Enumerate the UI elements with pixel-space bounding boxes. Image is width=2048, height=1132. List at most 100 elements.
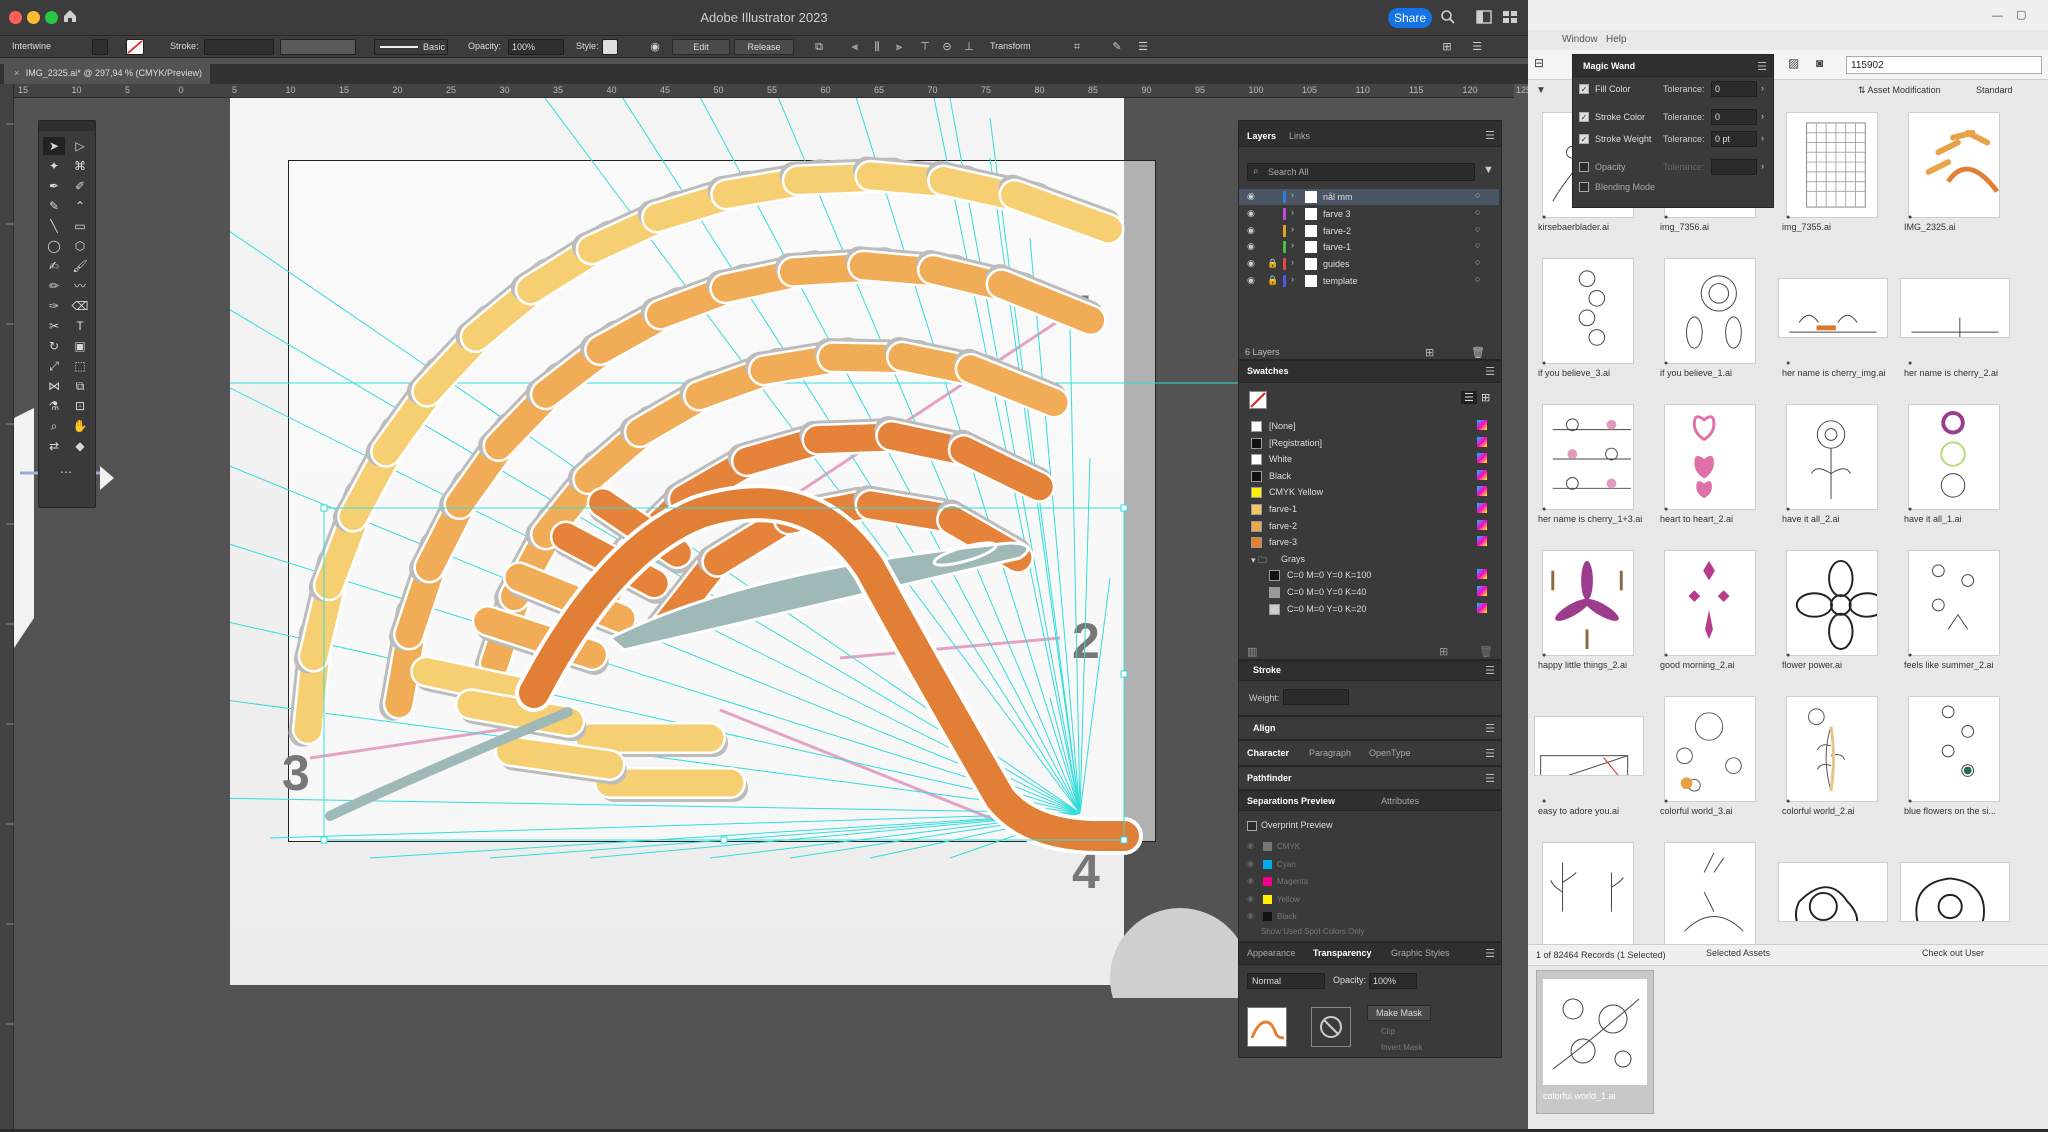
panel-menu-icon[interactable]: ☰ bbox=[1485, 129, 1495, 142]
option-checkbox[interactable]: ✓ bbox=[1579, 112, 1589, 122]
align-right-icon[interactable]: ⫸ bbox=[892, 40, 906, 54]
chevron-right-icon[interactable]: › bbox=[1761, 161, 1764, 171]
magic-wand-option[interactable]: ✓ Stroke Color Tolerance: 0 › bbox=[1573, 109, 1773, 127]
fill-swatch[interactable] bbox=[92, 39, 108, 55]
zoom-tool-icon[interactable]: ⌕ bbox=[43, 417, 65, 435]
target-icon[interactable]: ○ bbox=[1475, 274, 1480, 284]
asset-thumbnail[interactable]: ● good morning_2.ai bbox=[1656, 546, 1768, 686]
rotate-tool-icon[interactable]: ↻ bbox=[43, 337, 65, 355]
plate-row[interactable]: ◉ Yellow bbox=[1239, 892, 1501, 908]
eye-icon[interactable]: ◉ bbox=[1247, 191, 1255, 202]
close-tab-icon[interactable]: × bbox=[14, 68, 19, 78]
eye-icon[interactable]: ◉ bbox=[1247, 225, 1255, 236]
shaper-tool-icon[interactable]: ✍ bbox=[43, 257, 65, 275]
eye-icon[interactable]: ◉ bbox=[1247, 876, 1254, 885]
layer-row[interactable]: ◉ › farve-2 ○ bbox=[1239, 223, 1499, 239]
disclosure-icon[interactable]: › bbox=[1291, 274, 1294, 284]
mask-thumbnail[interactable] bbox=[1311, 1007, 1351, 1047]
list-view-icon[interactable]: ☰ bbox=[1461, 391, 1477, 404]
align-bottom-icon[interactable]: ⊥ bbox=[962, 40, 976, 54]
arrange-documents-icon[interactable] bbox=[1502, 10, 1518, 24]
stroke-swatch[interactable] bbox=[126, 39, 144, 55]
blob-brush-tool-icon[interactable]: ✑ bbox=[43, 297, 65, 315]
view-select[interactable]: Standard bbox=[1976, 85, 2013, 95]
swatch-row[interactable]: C=0 M=0 Y=0 K=20 bbox=[1251, 602, 1501, 617]
align-to-icon[interactable]: ⧉ bbox=[812, 40, 826, 54]
pen-tool-icon[interactable]: ✒ bbox=[43, 177, 65, 195]
option-checkbox[interactable] bbox=[1579, 182, 1589, 192]
anchor-point-tool-icon[interactable]: ⌃ bbox=[69, 197, 91, 215]
asset-thumbnail[interactable]: ● easy to adore you.ai bbox=[1534, 692, 1646, 832]
tab-graphic-styles[interactable]: Graphic Styles bbox=[1391, 948, 1450, 958]
brush-definition-select[interactable]: Basic bbox=[374, 39, 448, 55]
make-mask-button[interactable]: Make Mask bbox=[1367, 1005, 1431, 1021]
layer-row[interactable]: ◉ › nål mm ○ bbox=[1239, 189, 1499, 205]
plate-row[interactable]: ◉ Black bbox=[1239, 909, 1501, 925]
asset-thumbnail[interactable]: ● flower power.ai bbox=[1778, 546, 1890, 686]
selected-preview[interactable]: colorful world_1.ai bbox=[1536, 970, 1654, 1114]
tab-layers[interactable]: Layers bbox=[1247, 131, 1276, 141]
tab-opentype[interactable]: OpenType bbox=[1369, 748, 1411, 758]
lock-icon[interactable]: 🔒 bbox=[1267, 275, 1278, 286]
target-icon[interactable]: ○ bbox=[1475, 190, 1480, 200]
share-button[interactable]: Share bbox=[1388, 8, 1432, 28]
panel-menu-icon[interactable]: ☰ bbox=[1485, 365, 1495, 378]
graphic-style-swatch[interactable] bbox=[602, 39, 618, 55]
asset-thumbnail[interactable]: ● feels like summer_2.ai bbox=[1900, 546, 2012, 686]
panel-options-icon[interactable]: ☰ bbox=[1136, 40, 1150, 54]
swatch-row[interactable]: [Registration] bbox=[1251, 436, 1501, 451]
asset-thumbnail[interactable]: ● bbox=[1778, 838, 1890, 944]
asset-thumbnail[interactable]: ● have it all_2.ai bbox=[1778, 400, 1890, 540]
menu-help[interactable]: Help bbox=[1606, 34, 1627, 45]
asset-thumbnail[interactable]: ● her name is cherry_1+3.ai bbox=[1534, 400, 1646, 540]
magic-wand-option[interactable]: ✓ Stroke Weight Tolerance: 0 pt › bbox=[1573, 131, 1773, 149]
tab-links[interactable]: Links bbox=[1289, 131, 1310, 141]
asset-thumbnail[interactable]: ● img_7355.ai bbox=[1778, 108, 1890, 248]
tab-separations-preview[interactable]: Separations Preview bbox=[1247, 796, 1335, 806]
artboard-tool-icon[interactable]: ⊡ bbox=[69, 397, 91, 415]
asset-thumbnail[interactable]: ● bbox=[1656, 838, 1768, 944]
option-checkbox[interactable]: ✓ bbox=[1579, 134, 1589, 144]
eye-icon[interactable]: ◉ bbox=[1247, 241, 1255, 252]
swatch-row[interactable]: farve-1 bbox=[1251, 502, 1501, 517]
asset-thumbnail[interactable]: ● if you believe_1.ai bbox=[1656, 254, 1768, 394]
tolerance-field[interactable] bbox=[1711, 159, 1757, 175]
fill-stroke-icon[interactable]: ◆ bbox=[69, 437, 91, 455]
add-anchor-tool-icon[interactable]: ✎ bbox=[43, 197, 65, 215]
eye-icon[interactable]: ◉ bbox=[1247, 894, 1254, 903]
plate-row[interactable]: ◉ CMYK bbox=[1239, 839, 1501, 855]
transform-link[interactable]: Transform bbox=[990, 41, 1031, 51]
paintbrush-tool-icon[interactable]: 🖌 bbox=[69, 257, 91, 275]
target-icon[interactable]: ○ bbox=[1475, 240, 1480, 250]
align-middle-icon[interactable]: ⊝ bbox=[940, 40, 954, 54]
panel-menu-icon[interactable]: ☰ bbox=[1485, 772, 1495, 785]
filter-icon[interactable]: ▼ bbox=[1483, 164, 1494, 176]
stroke-title[interactable]: Stroke bbox=[1253, 665, 1281, 675]
type-tool-icon[interactable]: T bbox=[69, 317, 91, 335]
layer-row[interactable]: ◉ › farve-1 ○ bbox=[1239, 239, 1499, 255]
tolerance-field[interactable]: 0 bbox=[1711, 81, 1757, 97]
panel-menu-icon[interactable]: ☰ bbox=[1470, 40, 1484, 54]
gradient-tool-icon[interactable]: ▣ bbox=[69, 337, 91, 355]
release-button[interactable]: Release bbox=[734, 39, 794, 55]
asset-thumbnail[interactable]: ● if you believe_3.ai bbox=[1534, 254, 1646, 394]
arrange-icon[interactable]: ⊞ bbox=[1440, 40, 1454, 54]
bridge-maximize-icon[interactable]: ▢ bbox=[2016, 8, 2026, 21]
magic-wand-option[interactable]: Opacity Tolerance: › bbox=[1573, 159, 1773, 177]
chevron-right-icon[interactable]: › bbox=[1761, 111, 1764, 121]
edit-button[interactable]: Edit bbox=[672, 39, 730, 55]
bridge-search-input[interactable]: 115902 bbox=[1846, 56, 2042, 74]
eye-icon[interactable]: ◉ bbox=[1247, 258, 1255, 269]
swatch-row[interactable]: farve-3 bbox=[1251, 535, 1501, 550]
delete-layer-icon[interactable]: 🗑 bbox=[1471, 346, 1485, 359]
line-tool-icon[interactable]: ╲ bbox=[43, 217, 65, 235]
swap-fill-stroke-icon[interactable]: ⇄ bbox=[43, 437, 65, 455]
plate-row[interactable]: ◉ Cyan bbox=[1239, 857, 1501, 873]
target-icon[interactable]: ○ bbox=[1475, 224, 1480, 234]
option-checkbox[interactable]: ✓ bbox=[1579, 84, 1589, 94]
more-tools-icon[interactable]: ⋯ bbox=[55, 463, 77, 481]
sort-select[interactable]: ⇅ Asset Modification bbox=[1858, 85, 1941, 96]
recolor-artwork-icon[interactable]: ◉ bbox=[648, 40, 662, 54]
shape-builder-tool-icon[interactable]: ⧉ bbox=[69, 377, 91, 395]
magic-wand-option[interactable]: Blending Mode bbox=[1573, 179, 1773, 197]
